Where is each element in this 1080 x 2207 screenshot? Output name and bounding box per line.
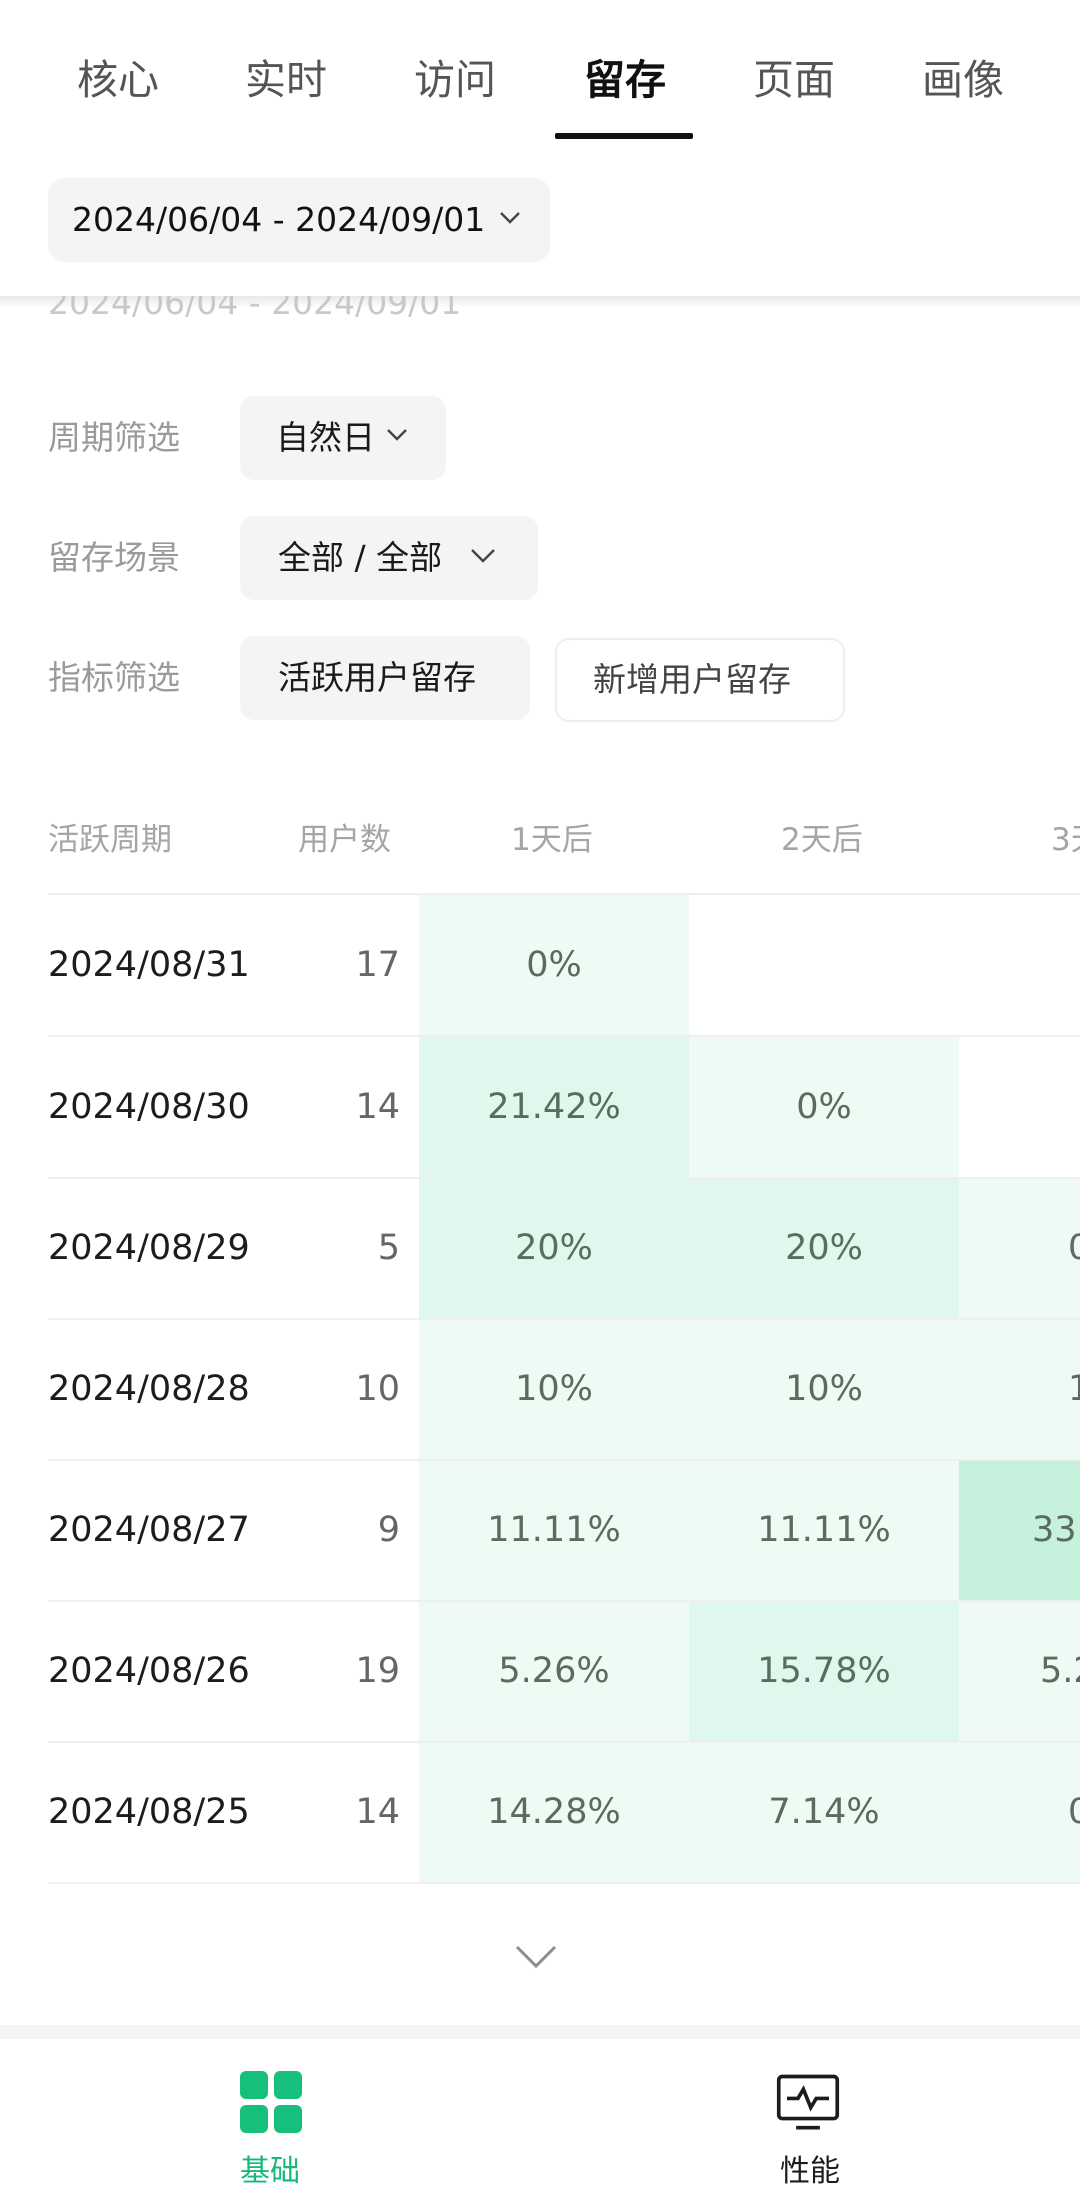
- row-day2: 20%: [785, 1228, 863, 1268]
- new-user-retention-button[interactable]: 新增用户留存: [555, 638, 845, 722]
- row-users: 17: [355, 945, 400, 985]
- column-header-day3: 3天: [1051, 822, 1080, 858]
- row-day3: 0: [1068, 1792, 1080, 1832]
- nav-performance-label: 性能: [780, 2154, 840, 2189]
- row-users: 19: [355, 1651, 400, 1691]
- row-users: 14: [355, 1792, 400, 1832]
- period-filter-dropdown[interactable]: 自然日: [240, 396, 446, 480]
- row-day3: [1040, 1037, 1080, 1178]
- row-users: 5: [377, 1228, 400, 1268]
- row-day2: 10%: [785, 1369, 863, 1409]
- row-day1: 21.42%: [487, 1087, 621, 1127]
- bottom-nav-separator: [0, 2025, 1080, 2039]
- row-day2: 11.11%: [757, 1510, 891, 1550]
- tab-profile[interactable]: 画像: [893, 50, 1033, 110]
- row-divider: [48, 1882, 1080, 1884]
- column-header-day1: 1天后: [511, 822, 593, 858]
- row-day2: [689, 895, 959, 1036]
- bottom-nav: 基础 性能: [0, 2039, 1080, 2207]
- chevron-down-icon: [471, 549, 495, 563]
- row-day1: 10%: [515, 1369, 593, 1409]
- period-filter-value: 自然日: [276, 418, 375, 457]
- nav-performance[interactable]: 性能: [660, 2039, 960, 2207]
- scene-filter-dropdown[interactable]: 全部 / 全部: [240, 516, 538, 600]
- metric-filter-label: 指标筛选: [48, 658, 180, 697]
- row-day3: 5.2: [1040, 1651, 1080, 1691]
- row-day3: 1: [1068, 1369, 1080, 1409]
- scene-filter-value: 全部 / 全部: [278, 538, 443, 577]
- scene-filter-label: 留存场景: [48, 538, 180, 577]
- row-day3: 33.: [1032, 1510, 1080, 1550]
- row-day3: [1018, 895, 1080, 1036]
- column-header-users: 用户数: [298, 822, 391, 858]
- row-users: 10: [355, 1369, 400, 1409]
- column-header-period: 活跃周期: [48, 822, 172, 858]
- tab-page[interactable]: 页面: [724, 50, 864, 110]
- date-range-value: 2024/06/04 - 2024/09/01: [72, 200, 486, 239]
- row-day1: 14.28%: [487, 1792, 621, 1832]
- top-tab-bar: 核心 实时 访问 留存 页面 画像: [0, 0, 1080, 150]
- period-filter-label: 周期筛选: [48, 418, 180, 457]
- row-day1: 0%: [526, 945, 582, 985]
- row-users: 9: [377, 1510, 400, 1550]
- chevron-down-icon: [387, 429, 407, 441]
- tab-retention[interactable]: 留存: [555, 50, 695, 110]
- active-user-retention-button[interactable]: 活跃用户留存: [240, 636, 530, 720]
- row-day2: 15.78%: [757, 1651, 891, 1691]
- nav-basic[interactable]: 基础: [120, 2039, 420, 2207]
- active-tab-indicator: [555, 133, 693, 139]
- expand-more-icon[interactable]: [514, 1944, 558, 1970]
- grid-icon: [240, 2071, 304, 2135]
- date-range-caption: 2024/06/04 - 2024/09/01: [48, 296, 462, 322]
- row-day1: 11.11%: [487, 1510, 621, 1550]
- tab-visit[interactable]: 访问: [385, 50, 525, 110]
- nav-basic-label: 基础: [240, 2154, 300, 2189]
- row-day2: 0%: [796, 1087, 852, 1127]
- row-day3: 0: [1068, 1228, 1080, 1268]
- monitor-pulse-icon: [776, 2074, 840, 2130]
- row-day2: 7.14%: [768, 1792, 880, 1832]
- tab-core[interactable]: 核心: [48, 50, 188, 110]
- row-users: 14: [355, 1087, 400, 1127]
- date-range-selector[interactable]: 2024/06/04 - 2024/09/01: [48, 178, 550, 262]
- row-day1: 5.26%: [498, 1651, 610, 1691]
- row-day1: 20%: [515, 1228, 593, 1268]
- column-header-day2: 2天后: [781, 822, 863, 858]
- chevron-down-icon: [500, 212, 520, 224]
- tab-realtime[interactable]: 实时: [216, 50, 356, 110]
- retention-screen: 核心 实时 访问 留存 页面 画像 2024/06/04 - 2024/09/0…: [0, 0, 1080, 2207]
